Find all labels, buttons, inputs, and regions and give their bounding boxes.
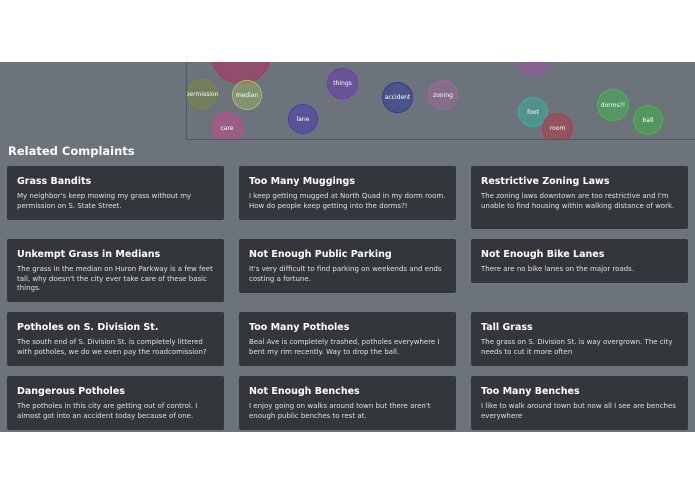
section-title: Related Complaints [8,144,135,158]
complaint-card[interactable]: Too Many Benches I like to walk around t… [471,376,688,430]
complaint-title: Restrictive Zoning Laws [481,176,610,187]
complaint-title: Too Many Muggings [249,176,355,187]
complaint-title: Tall Grass [481,322,533,333]
complaint-title: Dangerous Potholes [17,386,125,397]
complaint-body: The potholes in this city are getting ou… [17,402,198,420]
complaint-card[interactable]: Potholes on S. Division St. The south en… [7,312,224,366]
bubble-zoning[interactable]: zoning [428,80,458,110]
bubble-ball[interactable]: ball [633,105,663,135]
complaint-title: Not Enough Bike Lanes [481,249,605,260]
complaint-title: Not Enough Benches [249,386,360,397]
word-bubble-chart: permission median things accident zoning… [186,62,695,140]
bubble-things[interactable]: things [327,68,358,99]
bubble-room[interactable]: room [542,113,573,139]
bubble-lane[interactable]: lane [288,104,318,134]
complaint-body: I like to walk around town but now all I… [481,402,676,420]
bubble-accident[interactable]: accident [382,82,413,113]
complaint-body: The zoning laws downtown are too restric… [481,192,675,210]
complaint-card[interactable]: Not Enough Benches I enjoy going on walk… [239,376,456,430]
bubble-dorms[interactable]: dorms?! [597,89,629,121]
complaint-title: Unkempt Grass in Medians [17,249,161,260]
complaint-title: Not Enough Public Parking [249,249,392,260]
complaint-body: It's very difficult to find parking on w… [249,265,442,283]
complaint-title: Too Many Potholes [249,322,350,333]
complaint-card[interactable]: Too Many Muggings I keep getting mugged … [239,166,456,220]
complaint-body: The grass on S. Division St. is way over… [481,338,673,356]
complaint-card[interactable]: Restrictive Zoning Laws The zoning laws … [471,166,688,229]
bubble-care[interactable]: care [211,112,243,139]
complaint-body: The grass in the median on Huron Parkway… [17,265,213,292]
complaint-card[interactable]: Tall Grass The grass on S. Division St. … [471,312,688,366]
bubble-permission[interactable]: permission [187,79,218,109]
complaint-card[interactable]: Grass Bandits My neighbor's keep mowing … [7,166,224,220]
complaint-card[interactable]: Unkempt Grass in Medians The grass in th… [7,239,224,302]
bubble-median[interactable]: median [232,80,262,110]
complaint-card[interactable]: Too Many Potholes Beal Ave is completely… [239,312,456,366]
complaint-body: Beal Ave is completely trashed, potholes… [249,338,440,356]
complaint-title: Potholes on S. Division St. [17,322,159,333]
complaint-body: The south end of S. Division St. is comp… [17,338,207,356]
complaint-card[interactable]: Not Enough Bike Lanes There are no bike … [471,239,688,283]
complaint-title: Too Many Benches [481,386,580,397]
complaint-body: My neighbor's keep mowing my grass witho… [17,192,192,210]
complaint-card[interactable]: Not Enough Public Parking It's very diff… [239,239,456,293]
complaint-title: Grass Bandits [17,176,92,187]
bubble-top-right[interactable] [517,62,549,76]
complaint-body: I enjoy going on walks around town but t… [249,402,431,420]
app-area: permission median things accident zoning… [0,62,695,432]
complaint-body: I keep getting mugged at North Quad in m… [249,192,446,210]
complaint-body: There are no bike lanes on the major roa… [481,265,635,273]
complaint-card[interactable]: Dangerous Potholes The potholes in this … [7,376,224,430]
